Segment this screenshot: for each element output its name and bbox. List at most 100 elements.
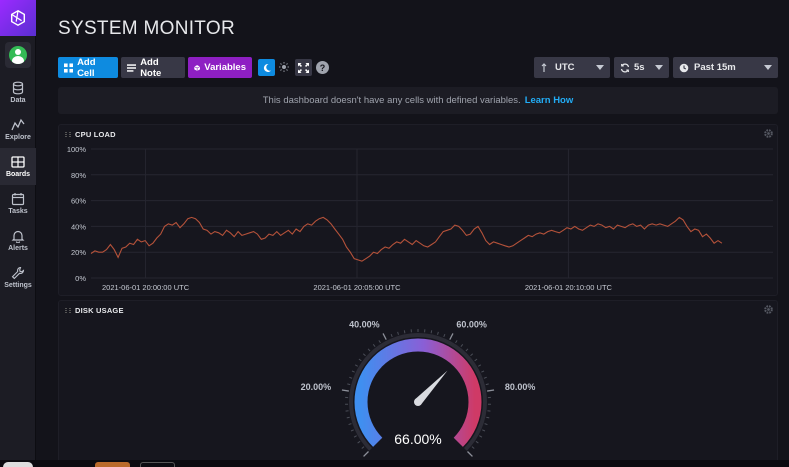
- gauge-major-tick: [467, 451, 473, 457]
- gauge-minor-tick: [437, 331, 439, 335]
- note-icon: [127, 63, 137, 72]
- gauge-minor-tick: [460, 344, 464, 347]
- fullscreen-icon: [298, 62, 309, 73]
- gauge-minor-tick: [350, 429, 354, 432]
- gauge-minor-tick: [474, 358, 478, 362]
- gauge-minor-tick: [443, 333, 446, 338]
- refresh-dropdown[interactable]: 5s: [614, 57, 669, 78]
- chevron-down-icon: [764, 65, 772, 70]
- nav-label: Tasks: [8, 208, 28, 215]
- left-nav: Data Explore Boards Tasks Alerts Setting…: [0, 0, 36, 467]
- disk-usage-cell: DISK USAGE 0.00%20.00%40.00%60.00%80.00%…: [58, 300, 778, 465]
- add-note-label: Add Note: [140, 56, 162, 79]
- gauge-minor-tick: [482, 429, 486, 432]
- x-tick-label: 2021-06-01 20:05:00 UTC: [313, 283, 401, 292]
- gauge-minor-tick: [353, 435, 357, 438]
- nav-item-tasks[interactable]: Tasks: [0, 185, 36, 222]
- disk-usage-gauge[interactable]: 0.00%20.00%40.00%60.00%80.00%100.00%66.0…: [59, 301, 777, 464]
- graph-icon: [11, 118, 25, 131]
- gauge-minor-tick: [346, 416, 350, 419]
- add-cell-icon: [64, 62, 74, 73]
- cpu-load-cell: CPU LOAD 0% 20% 40% 60% 80% 100% 2021-06-01 20…: [58, 124, 778, 296]
- gauge-tick-label: 60.00%: [456, 319, 487, 329]
- cpu-load-chart[interactable]: 0% 20% 40% 60% 80% 100% 2021-06-01 20:00:00 UT…: [59, 125, 777, 295]
- gauge-minor-tick: [354, 364, 359, 367]
- nav-label: Boards: [5, 171, 31, 178]
- nav-item-data[interactable]: Data: [0, 74, 36, 111]
- learn-how-link[interactable]: Learn How: [525, 95, 574, 106]
- help-icon[interactable]: ?: [316, 61, 329, 74]
- gauge-minor-tick: [372, 344, 376, 347]
- calendar-icon: [11, 193, 25, 206]
- gauge-minor-tick: [357, 440, 361, 444]
- arrow-up-icon: [541, 62, 547, 72]
- y-tick-label: 60%: [71, 197, 86, 206]
- gauge-minor-tick: [455, 340, 458, 344]
- moon-icon: [263, 63, 271, 72]
- nav-item-settings[interactable]: Settings: [0, 259, 36, 296]
- x-tick-label: 2021-06-01 20:10:00 UTC: [525, 283, 613, 292]
- add-cell-label: Add Cell: [77, 56, 96, 79]
- dark-mode-toggle[interactable]: [258, 59, 275, 76]
- variables-button[interactable]: Variables: [188, 57, 252, 78]
- nav-item-boards[interactable]: Boards: [0, 148, 36, 185]
- time-range-dropdown[interactable]: Past 15m: [673, 57, 778, 78]
- timezone-dropdown[interactable]: UTC: [534, 57, 610, 78]
- sun-icon: [279, 62, 289, 72]
- gauge-minor-tick: [475, 440, 479, 444]
- nav-item-explore[interactable]: Explore: [0, 111, 36, 148]
- time-range-value: Past 15m: [694, 62, 736, 73]
- taskbar-item[interactable]: [95, 462, 130, 467]
- nav-label: Settings: [4, 282, 32, 289]
- gauge-tick-label: 80.00%: [505, 382, 536, 392]
- app-logo[interactable]: [0, 0, 36, 36]
- gauge-value-label: 66.00%: [394, 431, 441, 447]
- gauge-major-tick: [341, 389, 349, 392]
- cube-icon: [194, 64, 201, 71]
- gauge-minor-tick: [471, 446, 475, 449]
- cpu-load-series-line[interactable]: [90, 216, 723, 262]
- gauge-minor-tick: [481, 370, 485, 373]
- avatar-icon: [8, 46, 27, 64]
- bell-icon: [11, 230, 25, 243]
- gauge-minor-tick: [358, 358, 362, 362]
- add-cell-button[interactable]: Add Cell: [58, 56, 118, 79]
- gauge-needle-hub: [414, 398, 422, 406]
- gauge-minor-tick: [390, 333, 393, 338]
- user-avatar[interactable]: [4, 42, 31, 68]
- chevron-down-icon: [596, 65, 604, 70]
- gauge-minor-tick: [486, 416, 490, 419]
- page-title[interactable]: SYSTEM MONITOR: [58, 18, 235, 40]
- gauge-major-tick: [382, 333, 387, 340]
- gauge-minor-tick: [484, 423, 488, 426]
- taskbar-item[interactable]: [3, 462, 33, 467]
- gauge-minor-tick: [362, 353, 366, 357]
- app-root: Data Explore Boards Tasks Alerts Setting…: [0, 0, 789, 467]
- gauge-minor-tick: [351, 370, 355, 373]
- presentation-mode-button[interactable]: [295, 59, 312, 76]
- y-tick-label: 20%: [71, 248, 86, 257]
- light-mode-toggle[interactable]: [277, 60, 291, 74]
- gauge-major-tick: [449, 333, 454, 340]
- gauge-minor-tick: [348, 423, 352, 426]
- timezone-value: UTC: [555, 62, 575, 73]
- y-tick-label: 80%: [71, 171, 86, 180]
- add-note-button[interactable]: Add Note: [121, 56, 185, 79]
- gauge-minor-tick: [479, 435, 483, 438]
- gauge-minor-tick: [403, 330, 406, 334]
- variables-label: Variables: [204, 62, 246, 73]
- gauge-minor-tick: [465, 348, 469, 352]
- gauge-minor-tick: [485, 383, 489, 386]
- refresh-icon: [620, 63, 630, 72]
- gauge-minor-tick: [470, 353, 474, 357]
- taskbar-item[interactable]: [140, 462, 175, 467]
- gauge-minor-tick: [367, 348, 371, 352]
- nav-item-alerts[interactable]: Alerts: [0, 222, 36, 259]
- gauge-tick-label: 40.00%: [349, 319, 380, 329]
- y-tick-label: 100%: [67, 145, 87, 154]
- y-tick-label: 0%: [75, 274, 86, 283]
- gauge-minor-tick: [430, 330, 433, 334]
- gauge-minor-tick: [361, 446, 365, 449]
- variables-notice: This dashboard doesn't have any cells wi…: [58, 87, 778, 114]
- wrench-icon: [11, 266, 25, 280]
